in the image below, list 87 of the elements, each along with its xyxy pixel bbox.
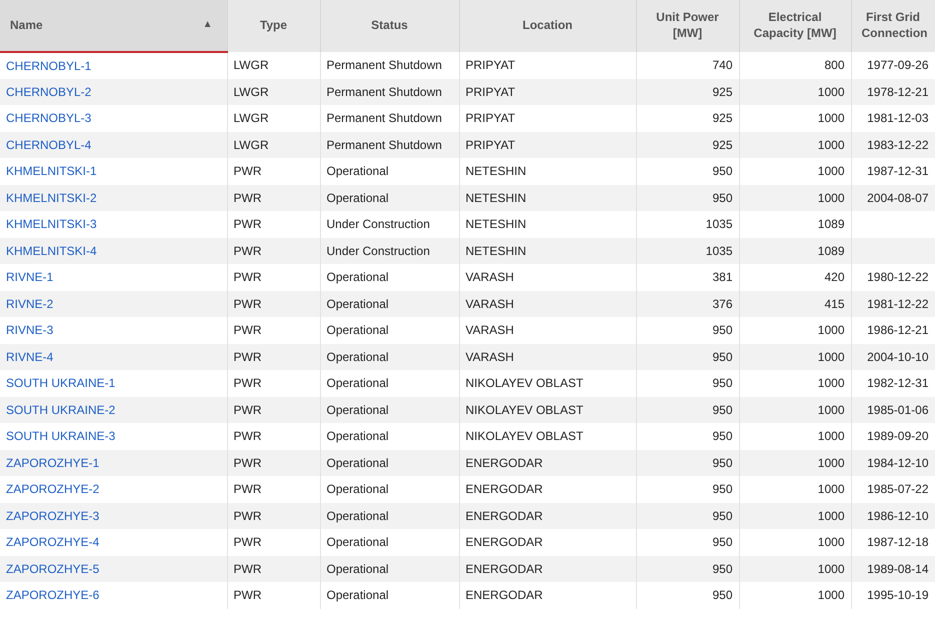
- column-header[interactable]: Electrical Capacity [MW]: [739, 0, 851, 52]
- table-cell: 925: [636, 132, 739, 158]
- reactor-link[interactable]: CHERNOBYL-3: [6, 111, 92, 126]
- table-cell: 1978-12-21: [851, 78, 935, 105]
- table-cell: 950: [636, 502, 739, 529]
- column-header[interactable]: Unit Power [MW]: [636, 0, 739, 52]
- table-cell: LWGR: [227, 78, 320, 105]
- reactor-link[interactable]: ZAPOROZHYE-4: [6, 535, 100, 550]
- table-cell: 1986-12-10: [851, 502, 935, 529]
- table-cell: VARASH: [459, 344, 636, 370]
- table-cell: 1000: [739, 582, 851, 608]
- column-header[interactable]: Location: [459, 0, 636, 52]
- table-cell: 1000: [739, 184, 851, 211]
- column-label: Name: [10, 18, 43, 32]
- table-cell: ENERGODAR: [459, 502, 636, 529]
- table-cell: PWR: [227, 344, 320, 370]
- reactor-link[interactable]: ZAPOROZHYE-2: [6, 482, 100, 496]
- table-cell: Permanent Shutdown: [320, 132, 459, 158]
- column-header[interactable]: First Grid Connection: [851, 0, 935, 52]
- table-cell: VARASH: [459, 290, 636, 317]
- table-cell: PRIPYAT: [459, 78, 636, 105]
- table-cell: Operational: [320, 396, 459, 423]
- table-cell: ENERGODAR: [459, 556, 636, 582]
- table-cell: NIKOLAYEV OBLAST: [459, 396, 636, 423]
- table-cell: PRIPYAT: [459, 132, 636, 158]
- table-cell: Permanent Shutdown: [320, 78, 459, 105]
- table-cell: 1000: [739, 132, 851, 158]
- column-header[interactable]: Type: [227, 0, 320, 52]
- table-cell: Operational: [320, 344, 459, 370]
- table-cell: PWR: [227, 290, 320, 317]
- table-cell: 925: [636, 78, 739, 105]
- reactor-link[interactable]: RIVNE-3: [6, 323, 54, 338]
- table-cell: 1989-08-14: [851, 556, 935, 582]
- table-cell: 1981-12-22: [851, 290, 935, 317]
- table-cell: 2004-08-07: [851, 184, 935, 211]
- table-cell: 1000: [739, 344, 851, 370]
- table-cell: 950: [636, 184, 739, 211]
- table-cell: 1995-10-19: [851, 582, 935, 608]
- table-cell: 2004-10-10: [851, 344, 935, 370]
- table-cell: ENERGODAR: [459, 582, 636, 608]
- reactor-link[interactable]: ZAPOROZHYE-6: [6, 588, 100, 602]
- table-cell: PWR: [227, 396, 320, 423]
- reactor-link[interactable]: RIVNE-2: [6, 296, 54, 311]
- table-cell: 1000: [739, 396, 851, 423]
- table-cell: 1985-01-06: [851, 396, 935, 423]
- table-cell: Under Construction: [320, 238, 459, 264]
- table-cell: Operational: [320, 556, 459, 582]
- column-header[interactable]: ▲ Name: [0, 0, 227, 52]
- table-cell: PWR: [227, 582, 320, 608]
- sort-ascending-icon: ▲: [202, 18, 212, 31]
- table-cell: 950: [636, 396, 739, 423]
- table-cell: PWR: [227, 238, 320, 264]
- reactor-link[interactable]: SOUTH UKRAINE-1: [6, 376, 116, 390]
- table-cell: PWR: [227, 450, 320, 476]
- reactor-link[interactable]: RIVNE-4: [6, 350, 54, 364]
- reactor-link[interactable]: RIVNE-1: [6, 270, 54, 284]
- reactor-link[interactable]: KHMELNITSKI-3: [6, 217, 97, 232]
- table-cell: Operational: [320, 290, 459, 317]
- table-cell: 950: [636, 582, 739, 608]
- table-cell: 415: [739, 290, 851, 317]
- table-cell: 1000: [739, 450, 851, 476]
- column-header[interactable]: Status: [320, 0, 459, 52]
- reactor-link[interactable]: SOUTH UKRAINE-3: [6, 429, 116, 444]
- table-cell: Operational: [320, 582, 459, 608]
- table-cell: 1984-12-10: [851, 450, 935, 476]
- table-cell: NETESHIN: [459, 184, 636, 211]
- table-cell: NETESHIN: [459, 238, 636, 264]
- table-cell: 1000: [739, 78, 851, 105]
- reactor-link[interactable]: KHMELNITSKI-1: [6, 164, 97, 178]
- table-cell: 376: [636, 290, 739, 317]
- table-cell: 1000: [739, 556, 851, 582]
- table-cell: Operational: [320, 184, 459, 211]
- table-cell: 950: [636, 556, 739, 582]
- table-cell: 950: [636, 450, 739, 476]
- table-cell: 950: [636, 344, 739, 370]
- table-cell: 1000: [739, 502, 851, 529]
- table-cell: LWGR: [227, 132, 320, 158]
- table-cell: Operational: [320, 450, 459, 476]
- table-cell: PWR: [227, 502, 320, 529]
- table-cell: 1035: [636, 238, 739, 264]
- table-cell: ENERGODAR: [459, 450, 636, 476]
- table-cell: PWR: [227, 184, 320, 211]
- table-cell: Operational: [320, 502, 459, 529]
- table-cell: PWR: [227, 556, 320, 582]
- table-cell: 1089: [739, 238, 851, 264]
- reactor-link[interactable]: CHERNOBYL-1: [6, 58, 92, 73]
- table-cell: 1983-12-22: [851, 132, 935, 158]
